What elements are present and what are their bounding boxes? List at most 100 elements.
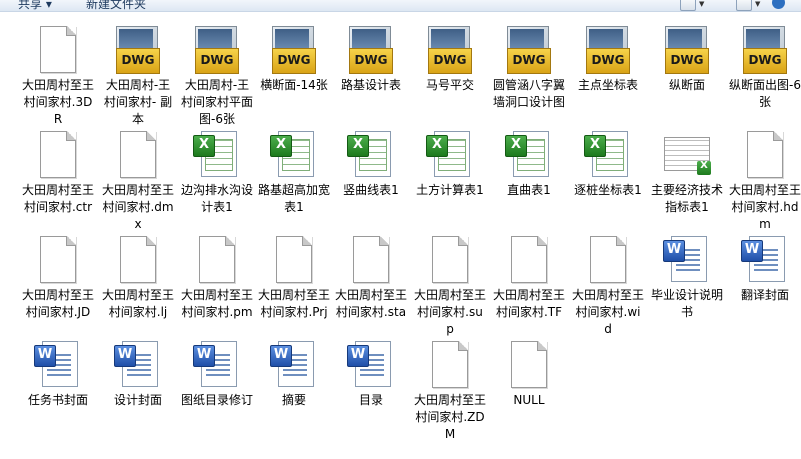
icon-text: DWG bbox=[354, 53, 388, 67]
file-item[interactable]: 大田周村至王村间家村.dmx bbox=[100, 117, 176, 233]
file-item[interactable]: DWG 圆管涵八字翼墙洞口设计图 bbox=[491, 12, 567, 111]
file-name: 圆管涵八字翼墙洞口设计图 bbox=[493, 78, 566, 109]
file-name: 路基设计表 bbox=[340, 78, 401, 92]
excel-file-icon: X bbox=[270, 131, 318, 179]
icon-text: X bbox=[589, 137, 601, 152]
file-item[interactable]: X 逐桩坐标表1 bbox=[570, 117, 646, 199]
file-item[interactable]: 大田周村至王村间家村.ctr bbox=[20, 117, 96, 216]
icon-text: X bbox=[510, 137, 522, 152]
file-name: 大田周村至王村间家村.pm bbox=[181, 288, 254, 319]
file-item[interactable]: 大田周村至王村间家村.ZDM bbox=[412, 327, 488, 443]
pane-dropdown-icon[interactable]: ▼ bbox=[755, 0, 760, 8]
change-view-icon[interactable] bbox=[680, 0, 696, 11]
icon-text: X bbox=[198, 137, 210, 152]
file-name: 目录 bbox=[358, 393, 383, 407]
file-name: 边沟排水沟设计表1 bbox=[181, 183, 254, 214]
file-item[interactable]: 大田周村至王村间家村.sup bbox=[412, 222, 488, 338]
file-name: 直曲表1 bbox=[507, 183, 551, 197]
file-name: 主要经济技术指标表1 bbox=[651, 183, 724, 214]
icon-text: W bbox=[117, 347, 133, 362]
file-item[interactable]: W 任务书封面 bbox=[20, 327, 96, 409]
file-item[interactable]: W 毕业设计说明书 bbox=[649, 222, 725, 321]
blank-file-icon bbox=[34, 131, 82, 179]
blank-file-icon bbox=[426, 236, 474, 284]
file-item[interactable]: DWG 路基设计表 bbox=[333, 12, 409, 94]
blank-file-icon bbox=[347, 236, 395, 284]
blank-file-icon bbox=[193, 236, 241, 284]
icon-text: W bbox=[37, 347, 53, 362]
file-name: 逐桩坐标表1 bbox=[574, 183, 642, 197]
file-name: 纵断面出图-6张 bbox=[729, 78, 801, 109]
word-file-icon: W bbox=[347, 341, 395, 389]
share-button[interactable]: 共享 ▾ bbox=[18, 0, 52, 11]
new-folder-button[interactable]: 新建文件夹 bbox=[86, 0, 146, 11]
file-item[interactable]: 大田周村至王村间家村.Prj bbox=[256, 222, 332, 321]
dwg-file-icon: DWG bbox=[663, 26, 711, 74]
explorer-toolbar: 共享 ▾ 新建文件夹 ▼ ▼ bbox=[0, 0, 801, 12]
file-name: 路基超高加宽表1 bbox=[258, 183, 331, 214]
file-name: 马号平交 bbox=[425, 78, 474, 92]
file-item[interactable]: 大田周村至王村间家村.sta bbox=[333, 222, 409, 321]
file-item[interactable]: X 直曲表1 bbox=[491, 117, 567, 199]
file-item[interactable]: X 主要经济技术指标表1 bbox=[649, 117, 725, 216]
file-item[interactable]: 大田周村至王村间家村.JD bbox=[20, 222, 96, 321]
dwg-file-icon: DWG bbox=[114, 26, 162, 74]
file-item[interactable]: DWG 横断面-14张 bbox=[256, 12, 332, 94]
file-name: 纵断面 bbox=[668, 78, 705, 92]
file-item[interactable]: NULL bbox=[491, 327, 567, 409]
icon-text: DWG bbox=[591, 53, 625, 67]
word-file-icon: W bbox=[741, 236, 789, 284]
file-name: 大田周村至王村间家村.Prj bbox=[258, 288, 331, 319]
icon-text: X bbox=[700, 160, 708, 171]
file-item[interactable]: W 设计封面 bbox=[100, 327, 176, 409]
file-item[interactable]: DWG 纵断面出图-6张 bbox=[727, 12, 801, 111]
file-item[interactable]: DWG 马号平交 bbox=[412, 12, 488, 94]
file-item[interactable]: X 竖曲线表1 bbox=[333, 117, 409, 199]
icon-text: W bbox=[273, 347, 289, 362]
file-item[interactable]: X 路基超高加宽表1 bbox=[256, 117, 332, 216]
file-item[interactable]: 大田周村至王村间家村.3DR bbox=[20, 12, 96, 128]
file-name: NULL bbox=[513, 393, 545, 407]
file-name: 大田周村至王村间家村.ctr bbox=[22, 183, 95, 214]
help-icon[interactable] bbox=[772, 0, 785, 9]
excel-file-icon: X bbox=[584, 131, 632, 179]
file-item[interactable]: DWG 大田周村-王村间家村- 副本 bbox=[100, 12, 176, 128]
file-item[interactable]: X 土方计算表1 bbox=[412, 117, 488, 199]
file-item[interactable]: DWG 大田周村-王村间家村平面图-6张 bbox=[179, 12, 255, 128]
file-name: 任务书封面 bbox=[27, 393, 88, 407]
file-name: 大田周村至王村间家村.JD bbox=[22, 288, 95, 319]
file-item[interactable]: DWG 主点坐标表 bbox=[570, 12, 646, 94]
preview-pane-icon[interactable] bbox=[736, 0, 752, 11]
word-file-icon: W bbox=[270, 341, 318, 389]
file-item[interactable]: 大田周村至王村间家村.wid bbox=[570, 222, 646, 338]
file-item[interactable]: W 图纸目录修订 bbox=[179, 327, 255, 409]
dwg-file-icon: DWG bbox=[193, 26, 241, 74]
file-item[interactable]: W 翻译封面 bbox=[727, 222, 801, 304]
icon-text: W bbox=[666, 242, 682, 257]
icon-text: DWG bbox=[200, 53, 234, 67]
icon-text: DWG bbox=[433, 53, 467, 67]
blank-file-icon bbox=[505, 236, 553, 284]
dwg-file-icon: DWG bbox=[584, 26, 632, 74]
view-dropdown-icon[interactable]: ▼ bbox=[699, 0, 704, 8]
file-name: 大田周村至王村间家村.ZDM bbox=[414, 393, 487, 441]
file-item[interactable]: W 摘要 bbox=[256, 327, 332, 409]
icon-text: W bbox=[196, 347, 212, 362]
word-file-icon: W bbox=[663, 236, 711, 284]
file-item[interactable]: DWG 纵断面 bbox=[649, 12, 725, 94]
file-item[interactable]: W 目录 bbox=[333, 327, 409, 409]
file-item[interactable]: 大田周村至王村间家村.lj bbox=[100, 222, 176, 321]
blank-file-icon bbox=[114, 236, 162, 284]
file-item[interactable]: 大田周村至王村间家村.pm bbox=[179, 222, 255, 321]
file-name: 主点坐标表 bbox=[577, 78, 638, 92]
dwg-file-icon: DWG bbox=[347, 26, 395, 74]
file-name: 设计封面 bbox=[113, 393, 162, 407]
icon-text: X bbox=[275, 137, 287, 152]
file-item[interactable]: 大田周村至王村间家村.hdm bbox=[727, 117, 801, 233]
blank-file-icon bbox=[584, 236, 632, 284]
file-item[interactable]: 大田周村至王村间家村.TF bbox=[491, 222, 567, 321]
file-name: 横断面-14张 bbox=[260, 78, 328, 92]
file-name: 竖曲线表1 bbox=[343, 183, 399, 197]
file-name: 大田周村至王村间家村.wid bbox=[572, 288, 645, 336]
file-item[interactable]: X 边沟排水沟设计表1 bbox=[179, 117, 255, 216]
